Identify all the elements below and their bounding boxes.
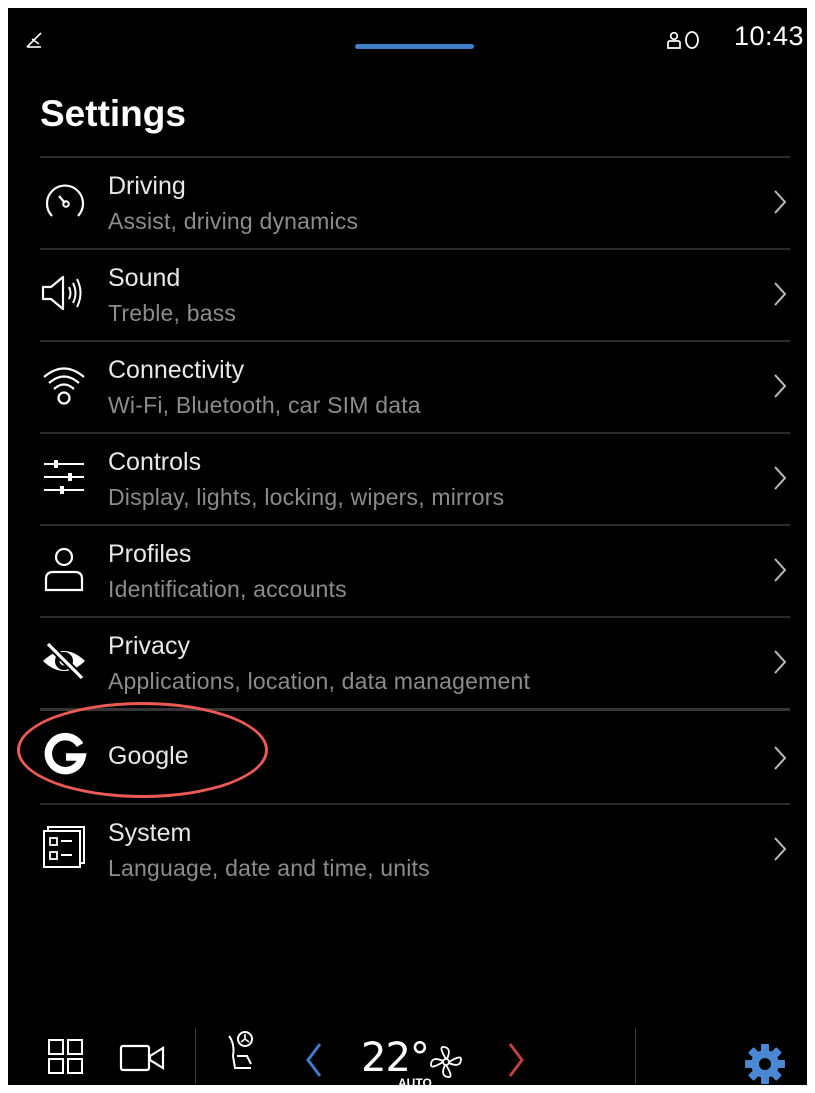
menu-item-title: Privacy [108,632,190,660]
menu-item-subtitle: Identification, accounts [108,576,347,602]
temperature-display[interactable]: 22° [361,1035,430,1081]
settings-screen: 10:43 Settings Driving Assist, driving d… [8,8,807,1085]
menu-item-subtitle: Display, lights, locking, wipers, mirror… [108,484,505,510]
app-grid-icon[interactable] [48,1039,84,1075]
menu-item-connectivity[interactable]: Connectivity Wi-Fi, Bluetooth, car SIM d… [40,340,790,432]
speaker-icon [41,275,82,311]
menu-item-sound[interactable]: Sound Treble, bass [40,248,790,340]
menu-item-title: Profiles [108,540,192,568]
temperature-increase-icon[interactable] [505,1040,527,1080]
page-title: Settings [40,93,186,134]
google-icon [44,732,87,775]
menu-item-controls[interactable]: Controls Display, lights, locking, wiper… [40,432,790,524]
chevron-right-icon [774,650,787,674]
chevron-right-icon [774,746,787,770]
menu-item-title: System [108,819,192,847]
menu-item-title: Connectivity [108,356,245,384]
chevron-right-icon [774,558,787,582]
chevron-right-icon [774,190,787,214]
menu-item-title: Sound [108,264,181,292]
menu-item-subtitle: Applications, location, data management [108,668,531,694]
menu-item-title: Driving [108,172,186,200]
menu-item-title: Controls [108,448,202,476]
menu-item-title: Google [108,742,189,770]
menu-item-google[interactable]: Google [40,708,790,803]
temperature-decrease-icon[interactable] [303,1040,325,1080]
menu-item-system[interactable]: System Language, date and time, units [40,803,790,895]
menu-item-profiles[interactable]: Profiles Identification, accounts [40,524,790,616]
settings-gear-icon[interactable] [743,1042,787,1085]
profile-indicator-icon[interactable] [666,26,700,54]
camera-icon[interactable] [119,1043,167,1073]
chevron-right-icon [774,466,787,490]
menu-item-privacy[interactable]: Privacy Applications, location, data man… [40,616,790,708]
menu-item-driving[interactable]: Driving Assist, driving dynamics [40,156,790,248]
menu-item-subtitle: Language, date and time, units [108,855,430,881]
divider [635,1028,636,1084]
menu-item-subtitle: Assist, driving dynamics [108,208,359,234]
eye-slash-icon [43,641,85,681]
fan-icon[interactable] [428,1044,464,1080]
system-icon [43,826,85,868]
bottom-bar: 22° AUTO [8,1018,807,1085]
wifi-icon [43,367,85,405]
no-signal-icon [26,32,42,48]
menu-item-subtitle: Treble, bass [108,300,237,326]
clock: 10:43 [734,21,805,51]
person-icon [44,547,84,592]
chevron-right-icon [774,374,787,398]
settings-list: Driving Assist, driving dynamics Sound T… [40,156,790,895]
drag-handle[interactable] [355,44,474,49]
divider [195,1028,196,1084]
speedometer-icon [45,184,85,217]
chevron-right-icon [774,282,787,306]
chevron-right-icon [774,837,787,861]
sliders-icon [44,460,84,494]
seat-heating-icon[interactable] [223,1030,259,1074]
menu-item-subtitle: Wi-Fi, Bluetooth, car SIM data [108,392,421,418]
climate-mode-label: AUTO [398,1076,432,1085]
